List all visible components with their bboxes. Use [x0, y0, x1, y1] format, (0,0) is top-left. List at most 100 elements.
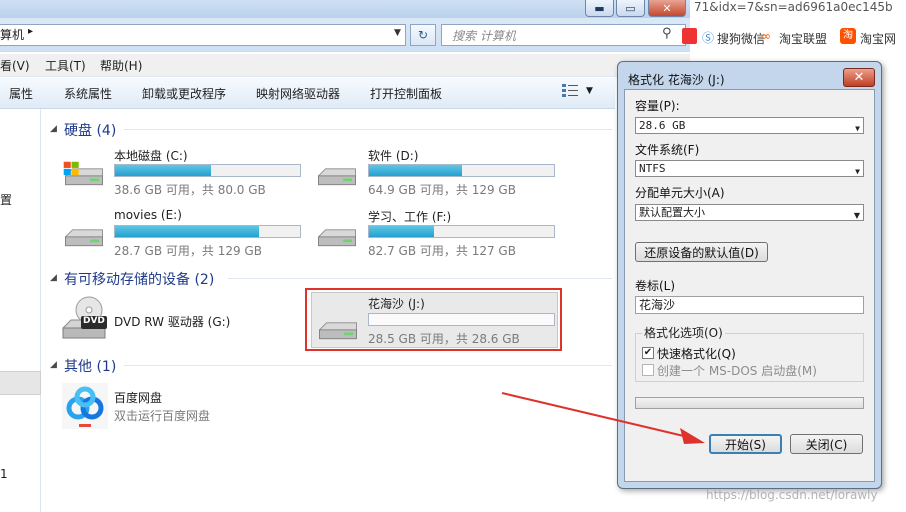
- toolbar-uninstall[interactable]: 卸载或更改程序: [142, 85, 226, 102]
- bookmark-sogou-weixin[interactable]: 搜狗微信: [717, 30, 765, 47]
- baidu-netdisk-icon: [62, 383, 108, 429]
- maximize-button[interactable]: ▭: [616, 0, 645, 17]
- section-header-hdd[interactable]: 硬盘 (4): [64, 120, 116, 140]
- maximize-icon: ▭: [625, 1, 636, 15]
- drive-label[interactable]: 软件 (D:): [368, 147, 418, 164]
- bookmark-taobao[interactable]: 淘宝网: [860, 30, 896, 47]
- drive-usage-fill: [369, 165, 462, 176]
- start-label: 开始(S): [725, 437, 766, 452]
- drive-usage-bar: [368, 225, 555, 238]
- drive-usage-bar: [114, 225, 301, 238]
- drive-usage-bar: [368, 164, 555, 177]
- capacity-select[interactable]: 28.6 GB ▼: [635, 117, 864, 134]
- volume-label: 卷标(L): [635, 279, 676, 293]
- format-options-legend: 格式化选项(O): [642, 324, 725, 341]
- drive-label[interactable]: 学习、工作 (F:): [368, 208, 451, 225]
- start-format-button[interactable]: 开始(S): [709, 434, 782, 454]
- section-divider: [228, 278, 612, 279]
- view-dropdown-icon[interactable]: ▼: [586, 86, 593, 96]
- toolbar-properties[interactable]: 属性: [9, 85, 33, 102]
- msdos-startup-checkbox[interactable]: [642, 364, 654, 376]
- bookmark-favicon-icon: [682, 28, 697, 44]
- volume-label-input[interactable]: 花海沙: [635, 296, 864, 314]
- dvd-badge: DVD: [83, 316, 105, 326]
- search-icon[interactable]: ⚲: [662, 26, 672, 41]
- restore-defaults-label: 还原设备的默认值(D): [644, 245, 759, 260]
- filesystem-select[interactable]: NTFS ▼: [635, 160, 864, 177]
- nav-selected-item[interactable]: [0, 371, 41, 395]
- sogou-icon: Ⓢ: [702, 31, 715, 45]
- close-label: 关闭(C): [805, 437, 848, 452]
- msdos-startup-label: 创建一个 MS-DOS 启动盘(M): [657, 364, 817, 378]
- collapse-arrow-icon[interactable]: ◢: [50, 360, 57, 370]
- drive-usage-fill: [115, 165, 212, 176]
- drive-usage-fill: [369, 226, 434, 237]
- drive-capacity-text: 28.5 GB 可用，共 28.6 GB: [368, 332, 520, 346]
- filesystem-value: NTFS: [639, 162, 666, 175]
- nav-fragment-label[interactable]: 1: [0, 467, 8, 481]
- drive-label[interactable]: 本地磁盘 (C:): [114, 147, 188, 164]
- dialog-close-text-button[interactable]: 关闭(C): [790, 434, 863, 454]
- hard-drive-windows-icon: [63, 161, 103, 186]
- view-options-icon[interactable]: [562, 84, 578, 98]
- checkmark-icon: ✔: [643, 347, 653, 358]
- toolbar-control-panel[interactable]: 打开控制面板: [370, 85, 442, 102]
- watermark-text: https://blog.csdn.net/lorawly: [706, 488, 878, 502]
- section-header-removable[interactable]: 有可移动存储的设备 (2): [64, 269, 214, 289]
- app-description: 双击运行百度网盘: [114, 409, 211, 423]
- section-divider: [124, 129, 612, 130]
- taobao-icon: 淘: [840, 28, 856, 44]
- nav-fragment-label[interactable]: 置: [0, 191, 12, 208]
- allocation-label: 分配单元大小(A): [635, 186, 725, 200]
- chevron-down-icon: ▼: [855, 124, 860, 133]
- hard-drive-icon: [318, 229, 356, 247]
- address-bar[interactable]: [0, 24, 406, 46]
- section-header-other[interactable]: 其他 (1): [64, 356, 116, 376]
- browser-url-fragment[interactable]: 71&idx=7&sn=ad6961a0ec145b: [694, 0, 893, 14]
- dialog-title: 格式化 花海沙 (J:): [628, 73, 725, 87]
- close-icon: ✕: [853, 70, 865, 85]
- refresh-button[interactable]: ↻: [410, 24, 436, 46]
- navigation-pane: [0, 109, 41, 512]
- quick-format-checkbox[interactable]: ✔: [642, 347, 654, 359]
- minimize-button[interactable]: ▬: [585, 0, 614, 17]
- quick-format-label[interactable]: 快速格式化(Q): [657, 345, 736, 362]
- bookmark-taobao-union[interactable]: 淘宝联盟: [779, 30, 827, 47]
- dialog-close-button[interactable]: ✕: [843, 68, 875, 87]
- refresh-icon: ↻: [417, 28, 429, 42]
- address-path[interactable]: 算机: [0, 26, 24, 43]
- address-dropdown-icon[interactable]: ▼: [394, 28, 401, 38]
- collapse-arrow-icon[interactable]: ◢: [50, 124, 57, 134]
- drive-usage-bar: [368, 313, 555, 326]
- drive-usage-fill: [115, 226, 260, 237]
- restore-defaults-button[interactable]: 还原设备的默认值(D): [635, 242, 768, 262]
- allocation-select[interactable]: 默认配置大小 ▼: [635, 204, 864, 221]
- allocation-value: 默认配置大小: [639, 206, 705, 219]
- menu-view[interactable]: 看(V): [0, 57, 30, 74]
- drive-usage-bar: [114, 164, 301, 177]
- menu-help[interactable]: 帮助(H): [100, 57, 142, 74]
- app-label[interactable]: 百度网盘: [114, 389, 162, 406]
- toolbar-map-drive[interactable]: 映射网络驱动器: [256, 85, 340, 102]
- drive-capacity-text: 82.7 GB 可用，共 127 GB: [368, 244, 516, 258]
- drive-label[interactable]: movies (E:): [114, 208, 182, 222]
- toolbar-system-properties[interactable]: 系统属性: [64, 85, 112, 102]
- breadcrumb-chevron-icon[interactable]: ▸: [28, 26, 33, 37]
- format-progress-bar: [635, 397, 864, 409]
- menu-tools[interactable]: 工具(T): [45, 57, 86, 74]
- removable-drive-icon: [319, 322, 357, 340]
- drive-label[interactable]: DVD RW 驱动器 (G:): [114, 313, 230, 330]
- close-window-button[interactable]: ✕: [648, 0, 686, 17]
- chevron-down-icon: ▼: [853, 211, 860, 220]
- chevron-down-icon: ▼: [855, 167, 860, 176]
- alimama-icon: ∞: [761, 29, 771, 43]
- volume-label-value: 花海沙: [639, 298, 676, 312]
- capacity-label: 容量(P):: [635, 99, 680, 113]
- filesystem-label: 文件系统(F): [635, 143, 700, 157]
- collapse-arrow-icon[interactable]: ◢: [50, 273, 57, 283]
- drive-label[interactable]: 花海沙 (J:): [368, 295, 425, 312]
- minimize-icon: ▬: [594, 1, 605, 15]
- drive-capacity-text: 28.7 GB 可用，共 129 GB: [114, 244, 262, 258]
- section-divider: [124, 365, 612, 366]
- drive-capacity-text: 38.6 GB 可用，共 80.0 GB: [114, 183, 266, 197]
